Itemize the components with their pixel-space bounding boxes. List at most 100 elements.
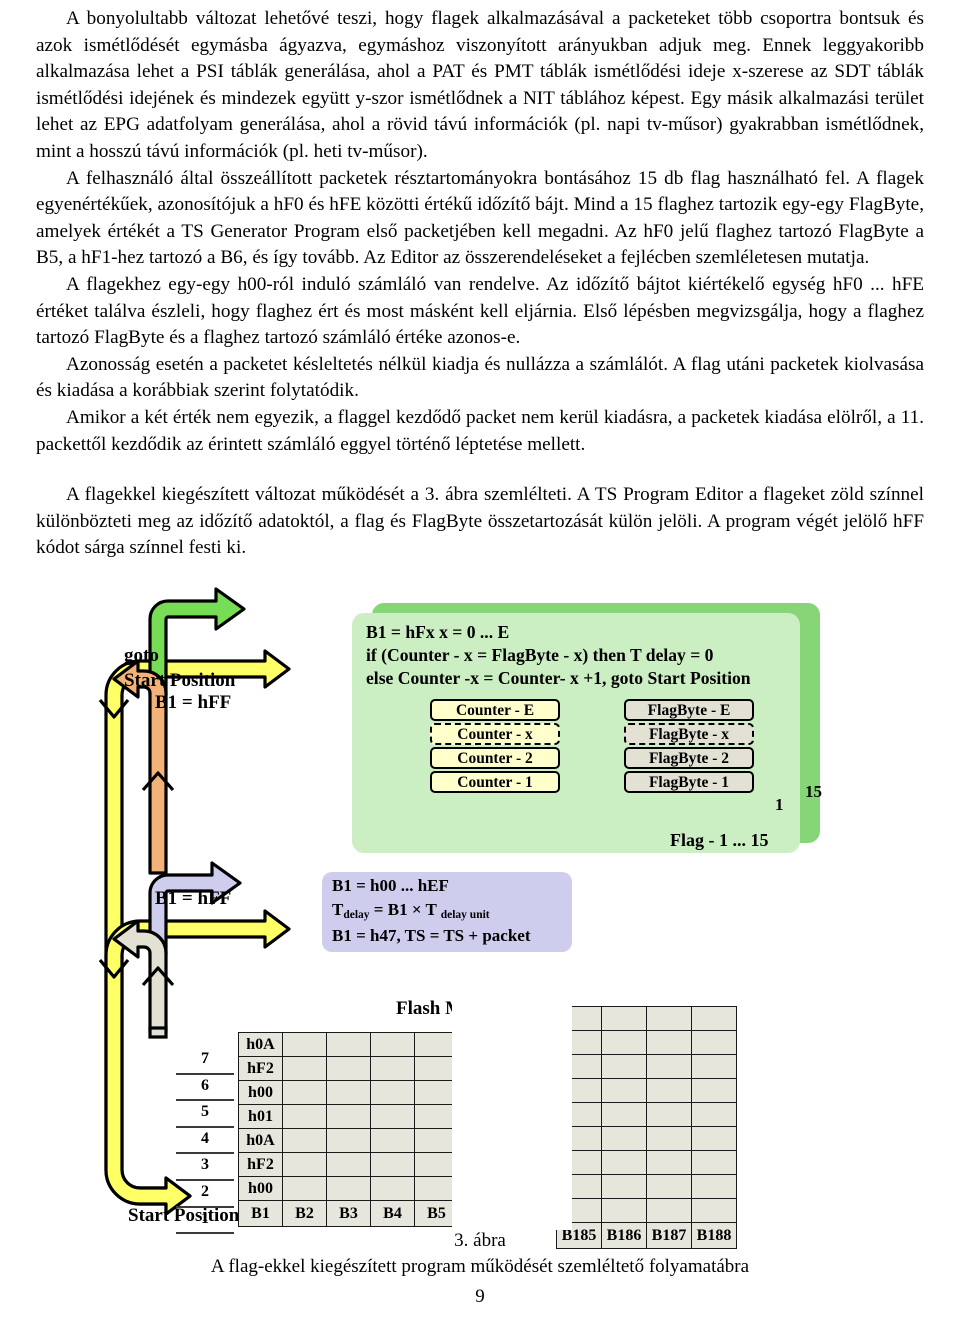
cell-blank: · <box>370 1128 415 1153</box>
row-number-5: 5 <box>176 1101 234 1128</box>
cell-blank: · <box>370 1104 415 1129</box>
cell-blank: · <box>691 1174 737 1199</box>
cell-blank: · <box>601 1174 647 1199</box>
goto-label-line2: Start Position <box>124 670 236 691</box>
table-row: h01···· <box>238 1104 459 1129</box>
cell-h00-c1-b: h00 <box>238 1176 283 1201</box>
green-panel: B1 = hFx x = 0 ... E if (Counter - x = F… <box>352 613 800 853</box>
cell-blank: · <box>326 1128 371 1153</box>
purple-panel: B1 = h00 ... hEF Tdelay = B1 × T delay u… <box>322 872 572 952</box>
cell-blank: · <box>691 1054 737 1079</box>
cell-blank: · <box>282 1056 327 1081</box>
cell-blank: · <box>282 1104 327 1129</box>
flash-memory-table-left: h0A···· hF2···· h00···· h01···· h0A···· … <box>238 1032 459 1227</box>
cell-blank: · <box>691 1102 737 1127</box>
cell-blank: · <box>282 1032 327 1057</box>
flash-table-left: h0A···· hF2···· h00···· h01···· h0A···· … <box>238 1032 459 1227</box>
cell-blank: · <box>370 1032 415 1057</box>
cell-blank: · <box>601 1198 647 1223</box>
flag-range-label: Flag - 1 ... 15 <box>670 830 769 850</box>
cell-blank: · <box>646 1006 692 1031</box>
col-header-B4: B4 <box>370 1200 415 1227</box>
cell-blank: · <box>646 1198 692 1223</box>
paragraph-2: A felhasználó által összeállított packet… <box>36 167 924 269</box>
b1-hff-lower-label: B1 = hFF <box>155 888 232 909</box>
flash-memory-table-right: ···· ···· ···· ···· ···· ···· ···· ···· … <box>556 1006 737 1249</box>
gray-arrow-stem <box>148 1026 168 1039</box>
cell-blank: · <box>326 1080 371 1105</box>
counter-box-x: Counter - x <box>430 723 560 745</box>
cell-blank: · <box>282 1176 327 1201</box>
table-row-header: B1 B2 B3 B4 B5 <box>238 1200 459 1227</box>
table-row: ···· <box>556 1174 737 1199</box>
table-row: hF2···· <box>238 1152 459 1177</box>
green-panel-code: B1 = hFx x = 0 ... E if (Counter - x = F… <box>366 621 751 690</box>
page-number: 9 <box>475 1286 485 1307</box>
cell-blank: · <box>646 1150 692 1175</box>
table-row: ···· <box>556 1078 737 1103</box>
torn-page-break <box>452 995 572 1230</box>
table-row: ···· <box>556 1030 737 1055</box>
cell-hF2-c1: hF2 <box>238 1056 283 1081</box>
table-row: ···· <box>556 1150 737 1175</box>
table-row: ···· <box>556 1054 737 1079</box>
cell-blank: · <box>691 1150 737 1175</box>
purple-T-symbol: T <box>332 900 344 919</box>
row-number-7: 7 <box>176 1048 234 1075</box>
green-code-line-3: else Counter -x = Counter- x +1, goto St… <box>366 668 751 688</box>
cell-blank: · <box>370 1152 415 1177</box>
cell-blank: · <box>646 1102 692 1127</box>
purple-line-3: B1 = h47, TS = TS + packet <box>332 926 531 945</box>
cell-blank: · <box>282 1128 327 1153</box>
table-row: ···· <box>556 1198 737 1223</box>
cell-blank: · <box>646 1126 692 1151</box>
cell-blank: · <box>326 1176 371 1201</box>
paragraph-5: Amikor a két érték nem egyezik, a flagge… <box>36 406 924 455</box>
purple-line-2: Tdelay = B1 × T delay unit <box>332 900 490 921</box>
row-number-ladder: 7 6 5 4 3 2 1 <box>176 1048 234 1235</box>
cell-h01-c1: h01 <box>238 1104 283 1129</box>
stack-index-front: 1 <box>775 795 784 814</box>
b1-hff-upper-label: B1 = hFF <box>155 692 232 713</box>
cell-blank: · <box>370 1080 415 1105</box>
purple-line2-mid: = B1 × T <box>373 900 437 919</box>
table-row: h00···· <box>238 1080 459 1105</box>
cell-blank: · <box>326 1056 371 1081</box>
counter-box-2: Counter - 2 <box>430 747 560 769</box>
cell-h0A-c1: h0A <box>238 1032 283 1057</box>
counter-box-E: Counter - E <box>430 699 560 721</box>
flagbyte-box-2: FlagByte - 2 <box>624 747 754 769</box>
cell-blank: · <box>326 1032 371 1057</box>
cell-blank: · <box>646 1078 692 1103</box>
flagbyte-box-1: FlagByte - 1 <box>624 771 754 793</box>
cell-blank: · <box>601 1054 647 1079</box>
paragraph-1: A bonyolultabb változat lehetővé teszi, … <box>36 8 924 162</box>
cell-blank: · <box>601 1126 647 1151</box>
row-number-6: 6 <box>176 1075 234 1102</box>
figure-number: 3. ábra <box>454 1230 506 1251</box>
counter-box-1: Counter - 1 <box>430 771 560 793</box>
table-row: ···· <box>556 1126 737 1151</box>
col-header-B1: B1 <box>238 1200 283 1227</box>
cell-blank: · <box>646 1030 692 1055</box>
cell-blank: · <box>601 1078 647 1103</box>
cell-blank: · <box>326 1152 371 1177</box>
cell-blank: · <box>691 1006 737 1031</box>
green-code-line-1: B1 = hFx x = 0 ... E <box>366 622 510 642</box>
green-code-line-2: if (Counter - x = FlagByte - x) then T d… <box>366 645 714 665</box>
cell-blank: · <box>601 1030 647 1055</box>
cell-blank: · <box>691 1078 737 1103</box>
cell-blank: · <box>691 1030 737 1055</box>
row-number-3: 3 <box>176 1154 234 1181</box>
paragraph-3: A flagekhez egy-egy h00-ról induló száml… <box>36 273 924 349</box>
flagbyte-box-E: FlagByte - E <box>624 699 754 721</box>
table-row: h0A···· <box>238 1032 459 1057</box>
cell-h0A-c1-b: h0A <box>238 1128 283 1153</box>
cell-blank: · <box>646 1054 692 1079</box>
cell-blank: · <box>601 1102 647 1127</box>
cell-blank: · <box>282 1152 327 1177</box>
cell-hF2-c1-b: hF2 <box>238 1152 283 1177</box>
purple-delay-subscript: delay <box>343 909 370 921</box>
cell-blank: · <box>691 1198 737 1223</box>
body-text: A bonyolultabb változat lehetővé teszi, … <box>36 6 924 562</box>
